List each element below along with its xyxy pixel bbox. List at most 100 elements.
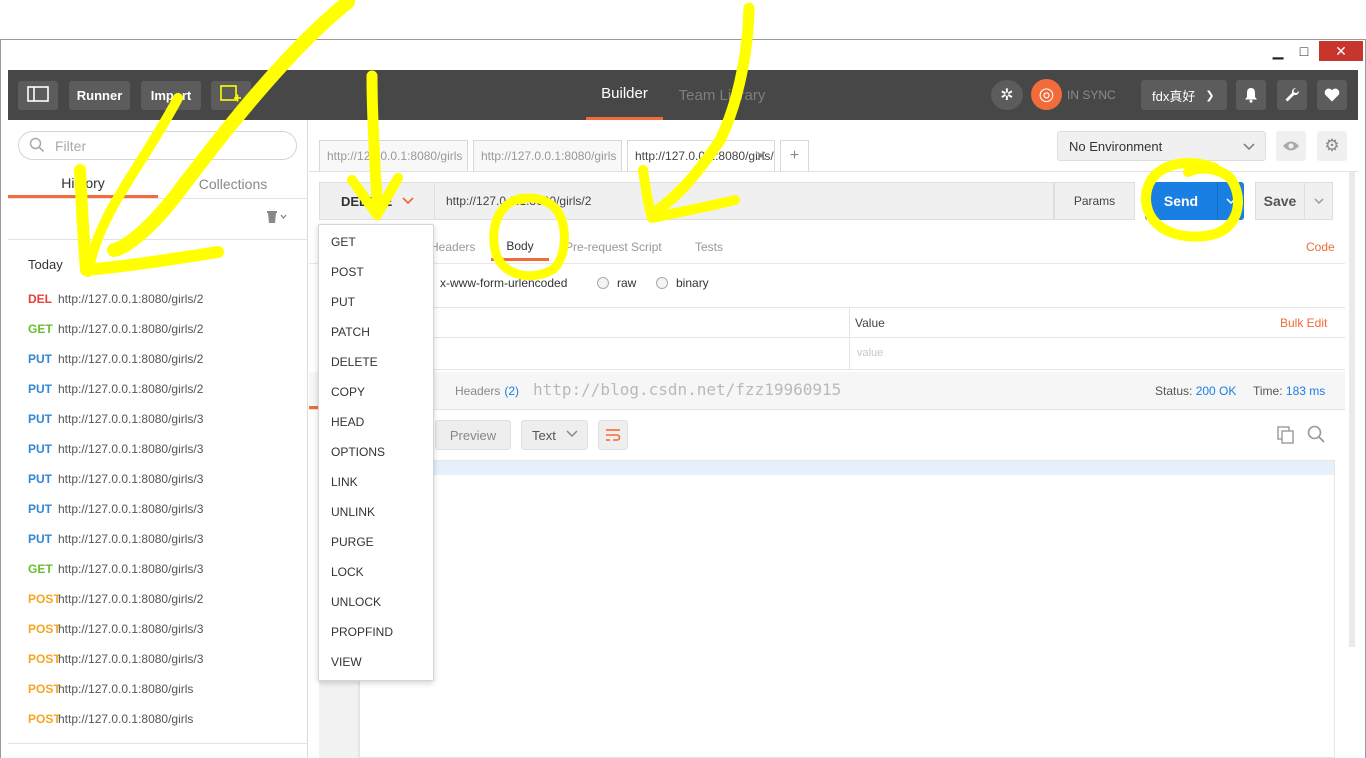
add-tab-button[interactable]: + xyxy=(780,140,809,171)
method-option-propfind[interactable]: PROPFIND xyxy=(331,623,393,641)
method-option-head[interactable]: HEAD xyxy=(331,413,364,431)
sync-icon[interactable]: ◎ xyxy=(1031,79,1062,110)
sidebar-toggle-button[interactable] xyxy=(18,81,58,110)
search-icon[interactable] xyxy=(1307,425,1325,448)
request-tab[interactable]: http://127.0.0.1:8080/girls xyxy=(319,140,468,171)
tab-collections[interactable]: Collections xyxy=(158,170,308,198)
close-window-button[interactable]: ✕ xyxy=(1319,41,1363,61)
tab-pre-request-script[interactable]: Pre-request Script xyxy=(565,233,662,261)
interceptor-icon[interactable]: ✲ xyxy=(991,80,1023,110)
key-value-header xyxy=(319,307,1345,338)
history-item[interactable]: DEL http://127.0.0.1:8080/girls/2 xyxy=(28,290,203,308)
params-button[interactable]: Params xyxy=(1054,182,1135,220)
settings-wrench-icon[interactable] xyxy=(1277,80,1307,110)
history-item[interactable]: PUT http://127.0.0.1:8080/girls/2 xyxy=(28,350,203,368)
history-item[interactable]: PUT http://127.0.0.1:8080/girls/3 xyxy=(28,530,203,548)
chevron-down-icon xyxy=(402,194,414,208)
history-item[interactable]: PUT http://127.0.0.1:8080/girls/3 xyxy=(28,410,203,428)
history-item[interactable]: PUT http://127.0.0.1:8080/girls/3 xyxy=(28,500,203,518)
format-select[interactable]: Text xyxy=(521,420,588,450)
body-type-raw[interactable]: raw xyxy=(597,274,636,292)
history-item[interactable]: POST http://127.0.0.1:8080/girls xyxy=(28,710,193,728)
method-option-unlink[interactable]: UNLINK xyxy=(331,503,375,521)
body-type-form-urlencoded[interactable]: x-www-form-urlencoded xyxy=(440,274,567,292)
bulk-edit-link[interactable]: Bulk Edit xyxy=(1280,316,1327,330)
filter-input[interactable]: Filter xyxy=(18,131,297,160)
import-button[interactable]: Import xyxy=(141,81,201,110)
history-url: http://127.0.0.1:8080/girls/3 xyxy=(58,562,204,576)
tab-team-library[interactable]: Team Library xyxy=(670,70,774,120)
save-options-button[interactable] xyxy=(1305,182,1333,220)
history-item[interactable]: PUT http://127.0.0.1:8080/girls/2 xyxy=(28,380,203,398)
send-options-button[interactable] xyxy=(1217,182,1244,220)
url-input[interactable]: http://127.0.0.1:8080/girls/2 xyxy=(434,182,1054,220)
preview-button[interactable]: Preview xyxy=(435,420,511,450)
method-option-patch[interactable]: PATCH xyxy=(331,323,370,341)
tab-tests[interactable]: Tests xyxy=(695,233,723,261)
time-value: 183 ms xyxy=(1285,384,1326,398)
send-button[interactable]: Send xyxy=(1145,182,1217,220)
runner-button[interactable]: Runner xyxy=(69,81,130,110)
method-option-post[interactable]: POST xyxy=(331,263,364,281)
watermark: http://blog.csdn.net/fzz19960915 xyxy=(533,380,842,399)
method-option-purge[interactable]: PURGE xyxy=(331,533,374,551)
method-select[interactable]: DELETE xyxy=(319,182,434,220)
history-item[interactable]: POST http://127.0.0.1:8080/girls/3 xyxy=(28,620,203,638)
history-group-label: Today xyxy=(28,257,63,272)
gear-icon[interactable]: ⚙ xyxy=(1317,131,1347,161)
history-url: http://127.0.0.1:8080/girls/2 xyxy=(58,292,204,306)
history-method: PUT xyxy=(28,442,52,456)
minimize-button[interactable]: ▁ xyxy=(1266,41,1290,61)
history-item[interactable]: POST http://127.0.0.1:8080/girls xyxy=(28,680,193,698)
copy-icon[interactable] xyxy=(1277,426,1295,449)
tab-headers[interactable]: Headers xyxy=(430,233,475,261)
maximize-button[interactable]: □ xyxy=(1292,41,1316,61)
value-column-header: Value xyxy=(855,316,885,330)
history-item[interactable]: GET http://127.0.0.1:8080/girls/2 xyxy=(28,320,203,338)
status-label: Status: xyxy=(1155,384,1193,398)
tab-builder[interactable]: Builder xyxy=(586,70,663,120)
request-tab-active[interactable]: http://127.0.0.1:8080/girls/2 ✕ xyxy=(627,140,775,171)
heart-icon[interactable] xyxy=(1317,80,1347,110)
method-option-copy[interactable]: COPY xyxy=(331,383,365,401)
method-option-delete[interactable]: DELETE xyxy=(331,353,378,371)
response-headers-count: (2) xyxy=(504,384,520,398)
new-window-button[interactable] xyxy=(211,81,251,110)
method-option-view[interactable]: VIEW xyxy=(331,653,362,671)
eye-icon[interactable] xyxy=(1276,131,1306,161)
history-item[interactable]: PUT http://127.0.0.1:8080/girls/3 xyxy=(28,440,203,458)
method-option-put[interactable]: PUT xyxy=(331,293,355,311)
history-item[interactable]: POST http://127.0.0.1:8080/girls/2 xyxy=(28,590,203,608)
search-icon xyxy=(29,137,45,153)
history-url: http://127.0.0.1:8080/girls/3 xyxy=(58,472,204,486)
trash-icon[interactable] xyxy=(265,208,287,227)
body-type-binary[interactable]: binary xyxy=(656,274,709,292)
method-option-unlock[interactable]: UNLOCK xyxy=(331,593,381,611)
request-tab[interactable]: http://127.0.0.1:8080/girls xyxy=(473,140,622,171)
generate-code-link[interactable]: Code xyxy=(1306,240,1335,254)
tab-response-headers[interactable]: Headers (2) xyxy=(455,384,519,398)
tab-history[interactable]: History xyxy=(8,170,158,198)
history-item[interactable]: POST http://127.0.0.1:8080/girls/3 xyxy=(28,650,203,668)
tab-body[interactable]: Body xyxy=(491,233,549,261)
scrollbar[interactable] xyxy=(1349,172,1355,647)
history-item[interactable]: PUT http://127.0.0.1:8080/girls/3 xyxy=(28,470,203,488)
environment-select[interactable]: No Environment xyxy=(1057,131,1266,161)
method-option-options[interactable]: OPTIONS xyxy=(331,443,385,461)
save-button[interactable]: Save xyxy=(1255,182,1305,220)
history-method: PUT xyxy=(28,472,52,486)
wrap-lines-icon[interactable] xyxy=(598,420,628,450)
notifications-bell-icon[interactable] xyxy=(1236,80,1266,110)
method-option-get[interactable]: GET xyxy=(331,233,356,251)
radio-icon[interactable] xyxy=(597,277,609,289)
radio-icon[interactable] xyxy=(656,277,668,289)
method-option-lock[interactable]: LOCK xyxy=(331,563,364,581)
history-url: http://127.0.0.1:8080/girls/2 xyxy=(58,322,204,336)
close-icon[interactable]: ✕ xyxy=(755,148,767,165)
value-input[interactable]: value xyxy=(857,347,883,359)
user-menu-button[interactable]: fdx真好 ❯ xyxy=(1141,80,1227,110)
method-option-link[interactable]: LINK xyxy=(331,473,358,491)
response-body-editor[interactable] xyxy=(359,460,1335,758)
history-method: PUT xyxy=(28,382,52,396)
history-item[interactable]: GET http://127.0.0.1:8080/girls/3 xyxy=(28,560,203,578)
